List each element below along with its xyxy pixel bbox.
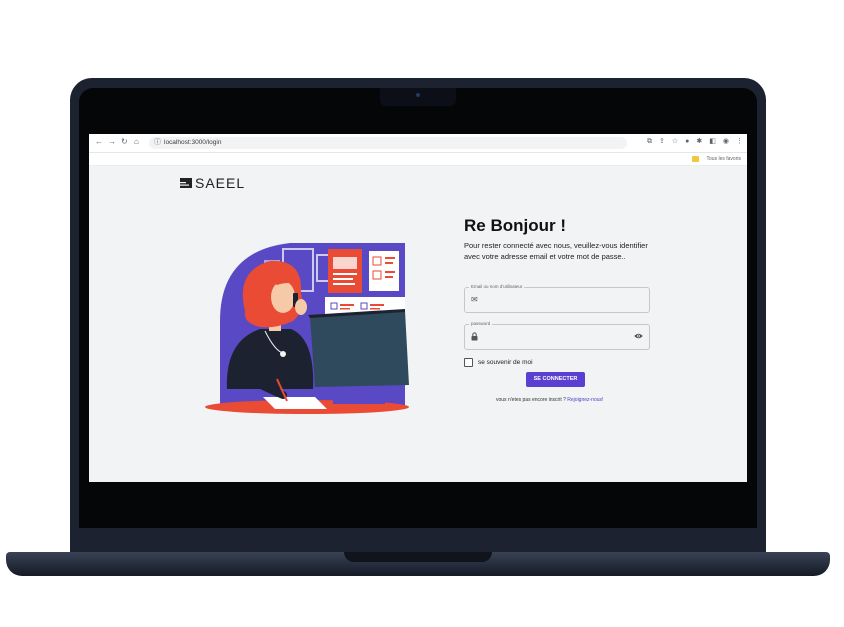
address-bar[interactable]: ⓘ localhost:3000/login: [149, 137, 627, 149]
login-illustration: [205, 243, 409, 414]
email-input[interactable]: [483, 294, 633, 306]
menu-icon[interactable]: ⋮: [736, 137, 743, 147]
extension-icon[interactable]: ●: [685, 137, 689, 147]
share-icon[interactable]: ⇪: [659, 137, 665, 147]
login-form: Re Bonjour ! Pour rester connecté avec n…: [464, 216, 664, 403]
all-bookmarks-link[interactable]: Tous les favoris: [707, 155, 741, 163]
logo-text: SAEEL: [195, 175, 246, 191]
brand-logo[interactable]: SAEEL: [180, 176, 245, 190]
red-document-card: [328, 249, 362, 293]
home-icon[interactable]: ⌂: [134, 137, 139, 147]
page-subtitle: Pour rester connecté avec nous, veuillez…: [464, 241, 648, 261]
reload-icon[interactable]: ↻: [121, 137, 128, 147]
browser-toolbar: ← → ↻ ⌂ ⓘ localhost:3000/login ⧉ ⇪ ☆ ● ✱…: [89, 134, 747, 153]
email-field-label: Email ou nom d'utilisateur: [469, 284, 525, 290]
remember-checkbox[interactable]: [464, 358, 473, 367]
remember-me[interactable]: se souvenir de moi: [464, 358, 533, 367]
arrow-right-icon[interactable]: →: [108, 137, 116, 147]
arrow-left-icon[interactable]: ←: [95, 137, 103, 147]
page-title: Re Bonjour !: [464, 216, 566, 235]
signup-prompt: vous n'etes pas encore inscrit ? Rejoign…: [496, 397, 603, 404]
sidepanel-icon[interactable]: ◧: [709, 137, 716, 147]
login-page: SAEEL Re Bonjour ! Pour rester connecté …: [89, 166, 747, 482]
folder-icon: [692, 156, 699, 162]
remember-label: se souvenir de moi: [478, 358, 533, 366]
site-info-icon[interactable]: ⓘ: [154, 138, 161, 148]
monitor-stand: [353, 387, 365, 401]
signup-link[interactable]: Rejoignez-nous!: [567, 397, 603, 403]
puzzle-icon[interactable]: ✱: [696, 137, 702, 147]
laptop-screen: ← → ↻ ⌂ ⓘ localhost:3000/login ⧉ ⇪ ☆ ● ✱…: [89, 134, 747, 482]
lock-icon: [471, 332, 478, 344]
camera-icon: [416, 93, 420, 97]
email-field[interactable]: Email ou nom d'utilisateur ✉: [464, 284, 650, 313]
laptop-opening-lip: [344, 552, 492, 562]
translate-icon[interactable]: ⧉: [647, 137, 652, 147]
bookmarks-bar: Tous les favoris: [89, 153, 747, 166]
camera-notch: [380, 88, 456, 106]
password-input[interactable]: [483, 331, 633, 343]
url-text: localhost:3000/login: [164, 139, 222, 146]
profile-icon[interactable]: ◉: [723, 137, 729, 147]
password-field-label: password: [469, 321, 493, 327]
login-button[interactable]: SE CONNECTER: [526, 372, 585, 387]
signup-prompt-text: vous n'etes pas encore inscrit ?: [496, 397, 566, 403]
logo-mark-icon: [180, 178, 192, 188]
woman-face: [271, 281, 295, 313]
eye-icon[interactable]: [634, 332, 643, 342]
password-field[interactable]: password: [464, 321, 650, 350]
mail-icon: ✉: [471, 295, 478, 304]
star-icon[interactable]: ☆: [672, 137, 678, 147]
monitor-screen: [310, 311, 409, 387]
toolbar-icons: ⧉ ⇪ ☆ ● ✱ ◧ ◉ ⋮: [647, 137, 743, 147]
red-card-image: [333, 257, 357, 269]
